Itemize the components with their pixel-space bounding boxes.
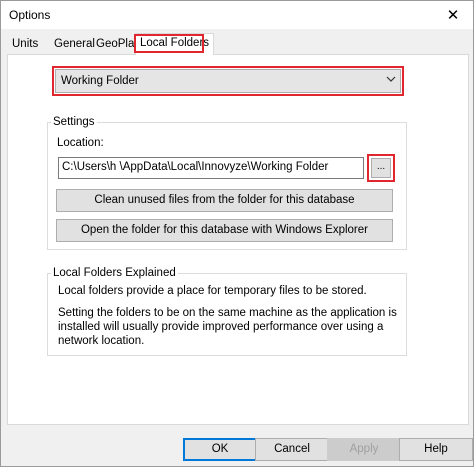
clean-unused-files-button[interactable]: Clean unused files from the folder for t… — [56, 189, 393, 212]
options-dialog: Options ✕ Units General GeoPlan Local Fo… — [0, 0, 474, 467]
close-icon[interactable]: ✕ — [433, 1, 473, 29]
open-folder-button[interactable]: Open the folder for this database with W… — [56, 219, 393, 242]
title-bar: Options ✕ — [1, 1, 473, 29]
ok-button[interactable]: OK — [183, 438, 257, 461]
help-button[interactable]: Help — [399, 438, 473, 461]
folder-type-select[interactable]: Working Folder — [55, 69, 401, 93]
folder-type-value: Working Folder — [61, 75, 139, 87]
explanation-group-label: Local Folders Explained — [51, 266, 178, 280]
tab-strip: Units General GeoPlan Local Folders — [5, 33, 467, 55]
tab-local-folders[interactable]: Local Folders — [135, 33, 215, 55]
settings-group: Settings Location: C:\Users\h \AppData\L… — [47, 115, 407, 250]
browse-button[interactable]: ... — [371, 158, 391, 178]
tab-units[interactable]: Units — [8, 36, 42, 55]
settings-group-label: Settings — [51, 115, 97, 129]
location-label: Location: — [57, 137, 104, 149]
explanation-text-1: Local folders provide a place for tempor… — [58, 285, 367, 297]
local-folders-panel: Working Folder Settings Location: C:\Use… — [7, 54, 469, 425]
location-field[interactable]: C:\Users\h \AppData\Local\Innovyze\Worki… — [58, 157, 364, 179]
cancel-button[interactable]: Cancel — [255, 438, 329, 461]
apply-button[interactable]: Apply — [327, 438, 401, 461]
explanation-text-2: Setting the folders to be on the same ma… — [58, 307, 397, 347]
chevron-down-icon — [386, 74, 396, 87]
window-title: Options — [9, 8, 51, 22]
explanation-group: Local Folders Explained Local folders pr… — [47, 266, 407, 356]
